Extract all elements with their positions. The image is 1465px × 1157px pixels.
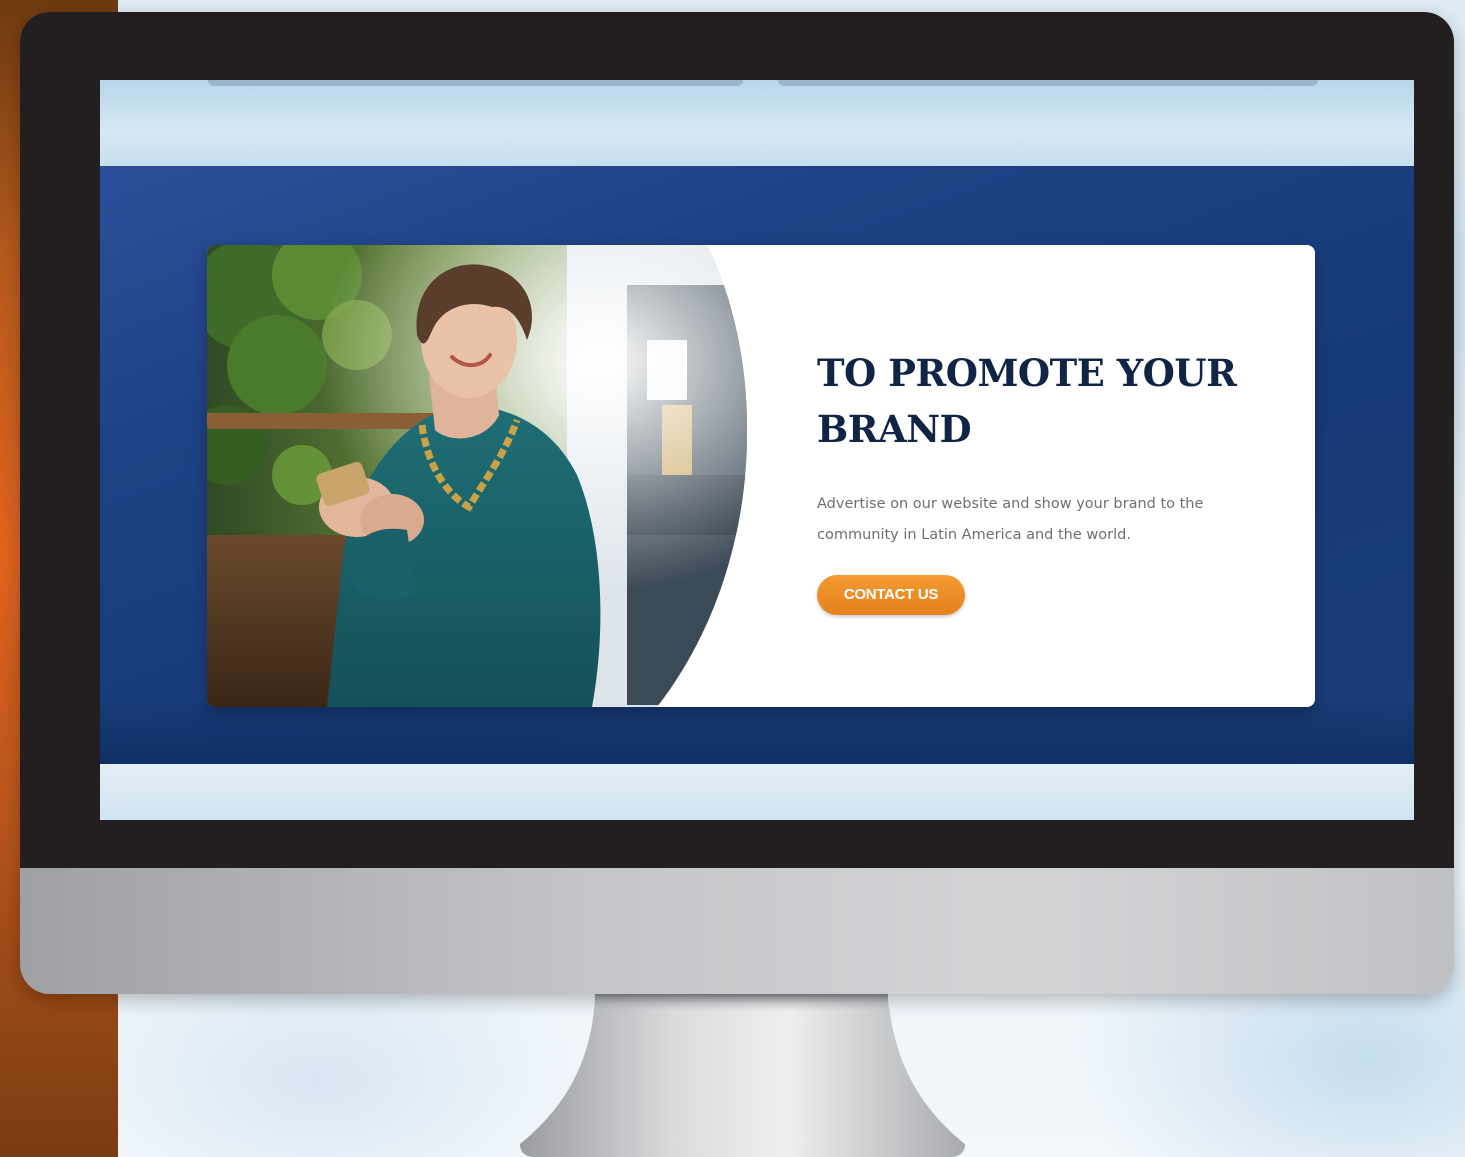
promo-section-shade: [100, 704, 1414, 764]
top-section-edge: [778, 80, 1318, 86]
contact-us-button[interactable]: CONTACT US: [817, 575, 965, 615]
woman-with-phone-photo: [207, 245, 767, 707]
promo-card: TO PROMOTE YOUR BRAND Advertise on our w…: [207, 245, 1315, 707]
monitor-chin: [20, 868, 1454, 994]
top-section-edge: [208, 80, 743, 86]
promo-description: Advertise on our website and show your b…: [817, 496, 1204, 543]
monitor-stand: [520, 994, 965, 1157]
screen: TO PROMOTE YOUR BRAND Advertise on our w…: [100, 80, 1414, 820]
page-top-section: [100, 80, 1414, 166]
page-bottom-section: [100, 764, 1414, 820]
promo-content: TO PROMOTE YOUR BRAND Advertise on our w…: [817, 345, 1257, 615]
monitor: TO PROMOTE YOUR BRAND Advertise on our w…: [20, 12, 1454, 994]
promo-headline: TO PROMOTE YOUR BRAND: [817, 351, 1237, 451]
